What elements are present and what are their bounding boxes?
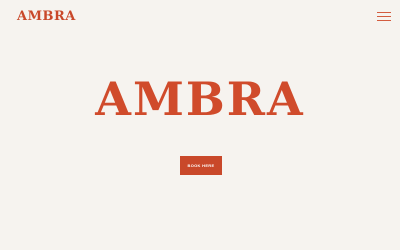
- hero-title: AMBRA: [95, 72, 305, 126]
- book-here-button[interactable]: BOOK HERE: [180, 156, 222, 175]
- site-header: AMBRA: [0, 0, 400, 36]
- menu-button[interactable]: [377, 10, 391, 23]
- logo[interactable]: AMBRA: [17, 8, 76, 26]
- page: AMBRA AMBRA BOOK HERE: [0, 0, 400, 250]
